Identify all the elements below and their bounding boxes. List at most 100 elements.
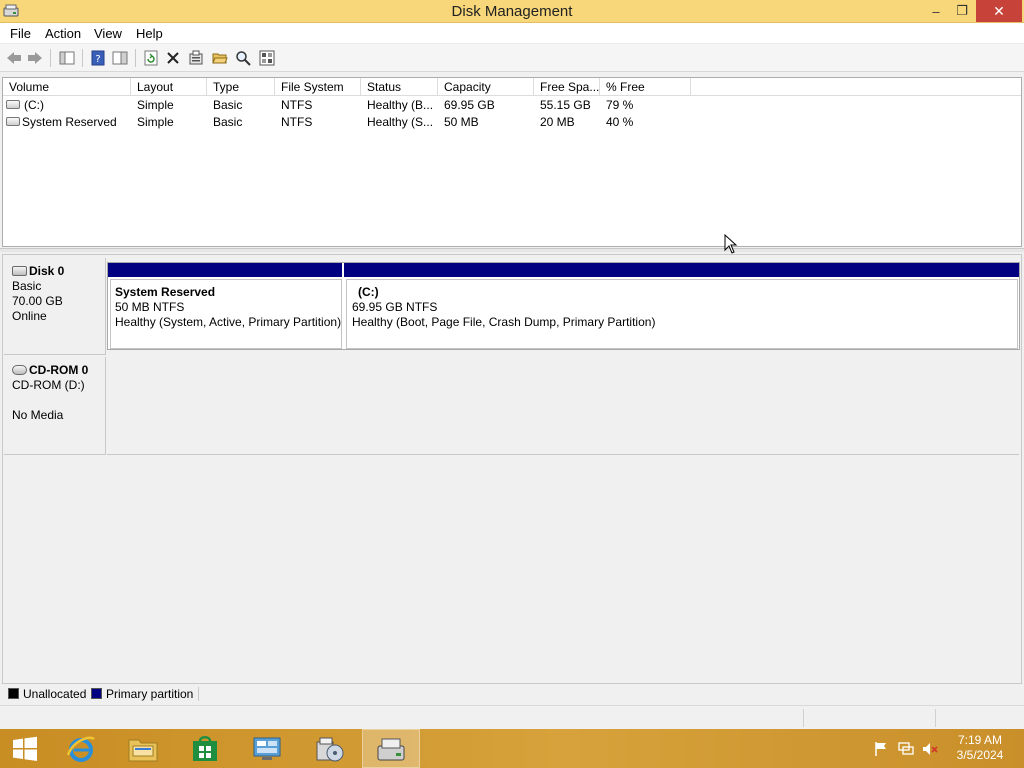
disk-0-label[interactable]: Disk 0 Basic 70.00 GB Online — [4, 258, 106, 355]
properties-icon[interactable] — [187, 50, 205, 66]
close-button[interactable]: ✕ — [976, 0, 1022, 22]
disk-0-name-row: Disk 0 — [12, 264, 105, 279]
disk-tools-icon[interactable] — [300, 729, 358, 768]
primary-partition-swatch — [91, 688, 102, 699]
show-hide-console-tree-icon[interactable] — [58, 50, 76, 66]
column-header-file-system[interactable]: File System — [275, 78, 361, 96]
disk-graphical-view: Disk 0 Basic 70.00 GB Online System Rese… — [2, 254, 1022, 702]
column-header-layout[interactable]: Layout — [131, 78, 207, 96]
disk-0-type: Basic — [12, 279, 42, 293]
table-row[interactable]: System Reserved Simple Basic NTFS Health… — [3, 114, 1021, 131]
network-icon[interactable] — [898, 741, 914, 757]
partition-status: Healthy (Boot, Page File, Crash Dump, Pr… — [352, 315, 656, 329]
disk-0-name: Disk 0 — [29, 264, 65, 278]
partition-size-fs: 69.95 GB NTFS — [352, 300, 438, 314]
unallocated-swatch — [8, 688, 19, 699]
start-icon[interactable] — [0, 729, 50, 768]
pane-splitter[interactable] — [0, 248, 1024, 252]
help-icon[interactable]: ? — [89, 50, 107, 66]
legend-primary-partition: Primary partition — [106, 687, 194, 701]
delete-icon[interactable] — [164, 50, 182, 66]
internet-explorer-icon[interactable] — [52, 729, 110, 768]
hard-disk-icon — [12, 266, 27, 276]
cdrom-0-drive: CD-ROM (D:) — [12, 378, 85, 392]
legend-separator — [198, 687, 199, 701]
disk-0-state: Online — [12, 309, 47, 323]
cell-type: Basic — [213, 98, 243, 112]
clock-date: 3/5/2024 — [956, 748, 1004, 762]
partition-bar-system-reserved — [108, 263, 342, 277]
cell-file-system: NTFS — [281, 98, 313, 112]
clock-time: 7:19 AM — [957, 733, 1003, 747]
cell-percent-free: 40 % — [606, 115, 634, 129]
back-arrow-icon[interactable] — [5, 50, 23, 66]
cdrom-0-name-row: CD-ROM 0 — [12, 363, 105, 378]
cell-type: Basic — [213, 115, 243, 129]
maximize-button[interactable]: ❐ — [947, 0, 977, 22]
column-header-volume[interactable]: Volume — [3, 78, 131, 96]
column-header-free-space[interactable]: Free Spa... — [534, 78, 600, 96]
toolbar-separator — [135, 49, 136, 67]
mouse-cursor-icon — [724, 234, 738, 254]
taskbar: 7:19 AM 3/5/2024 — [0, 729, 1024, 768]
explore-icon[interactable] — [234, 50, 252, 66]
legend-unallocated: Unallocated — [23, 687, 87, 701]
column-header-type[interactable]: Type — [207, 78, 275, 96]
volume-list: Volume Layout Type File System Status Ca… — [2, 77, 1022, 247]
column-header-capacity[interactable]: Capacity — [438, 78, 534, 96]
server-manager-icon[interactable] — [238, 729, 296, 768]
partition-size-fs: 50 MB NTFS — [115, 300, 185, 314]
cell-volume: System Reserved — [22, 115, 117, 129]
partition-system-reserved[interactable]: System Reserved 50 MB NTFS Healthy (Syst… — [110, 279, 342, 349]
title-bar: Disk Management – ❐ ✕ — [0, 0, 1024, 23]
cd-drive-icon — [12, 365, 27, 375]
cell-file-system: NTFS — [281, 115, 313, 129]
column-header-percent-free[interactable]: % Free — [600, 78, 691, 96]
disk-management-taskbar-icon[interactable] — [362, 729, 420, 768]
status-separator — [935, 709, 936, 727]
menu-file[interactable]: File — [10, 26, 31, 41]
toolbar: ? — [0, 44, 1024, 72]
cell-capacity: 69.95 GB — [444, 98, 495, 112]
partition-name: (C:) — [358, 285, 379, 299]
open-icon[interactable] — [211, 50, 229, 66]
menu-bar: File Action View Help — [0, 23, 1024, 44]
cdrom-0-area[interactable] — [107, 357, 1019, 455]
cell-volume: (C:) — [24, 98, 44, 112]
table-row[interactable]: (C:) Simple Basic NTFS Healthy (B... 69.… — [3, 97, 1021, 114]
disk-0-partitions: System Reserved 50 MB NTFS Healthy (Syst… — [107, 262, 1020, 350]
volume-icon — [6, 117, 20, 126]
refresh-icon[interactable] — [142, 50, 160, 66]
partition-name: System Reserved — [115, 285, 216, 299]
partition-c[interactable]: (C:) 69.95 GB NTFS Healthy (Boot, Page F… — [346, 279, 1018, 349]
status-bar — [0, 705, 1024, 729]
forward-arrow-icon[interactable] — [26, 50, 44, 66]
cdrom-0-media: No Media — [12, 408, 64, 422]
menu-action[interactable]: Action — [45, 26, 81, 41]
legend: Unallocated Primary partition — [2, 683, 1022, 703]
partition-bar-c — [344, 263, 1019, 277]
cell-free-space: 20 MB — [540, 115, 575, 129]
settings-icon[interactable] — [258, 50, 276, 66]
file-explorer-icon[interactable] — [114, 729, 172, 768]
properties-pane-icon[interactable] — [111, 50, 129, 66]
action-center-flag-icon[interactable] — [873, 741, 889, 757]
store-icon[interactable] — [176, 729, 234, 768]
status-separator — [803, 709, 804, 727]
window-title: Disk Management — [451, 3, 573, 20]
cdrom-0-name: CD-ROM 0 — [29, 363, 89, 377]
cdrom-0-label[interactable]: CD-ROM 0 CD-ROM (D:) No Media — [4, 357, 106, 455]
toolbar-separator — [50, 49, 51, 67]
taskbar-clock[interactable]: 7:19 AM 3/5/2024 — [950, 733, 1010, 763]
volume-list-header: Volume Layout Type File System Status Ca… — [3, 78, 1021, 96]
cell-percent-free: 79 % — [606, 98, 634, 112]
cell-capacity: 50 MB — [444, 115, 479, 129]
column-header-status[interactable]: Status — [361, 78, 438, 96]
menu-help[interactable]: Help — [136, 26, 163, 41]
volume-muted-icon[interactable] — [922, 741, 938, 757]
cell-layout: Simple — [137, 115, 174, 129]
cell-status: Healthy (S... — [367, 115, 434, 129]
menu-view[interactable]: View — [94, 26, 122, 41]
cell-status: Healthy (B... — [367, 98, 434, 112]
